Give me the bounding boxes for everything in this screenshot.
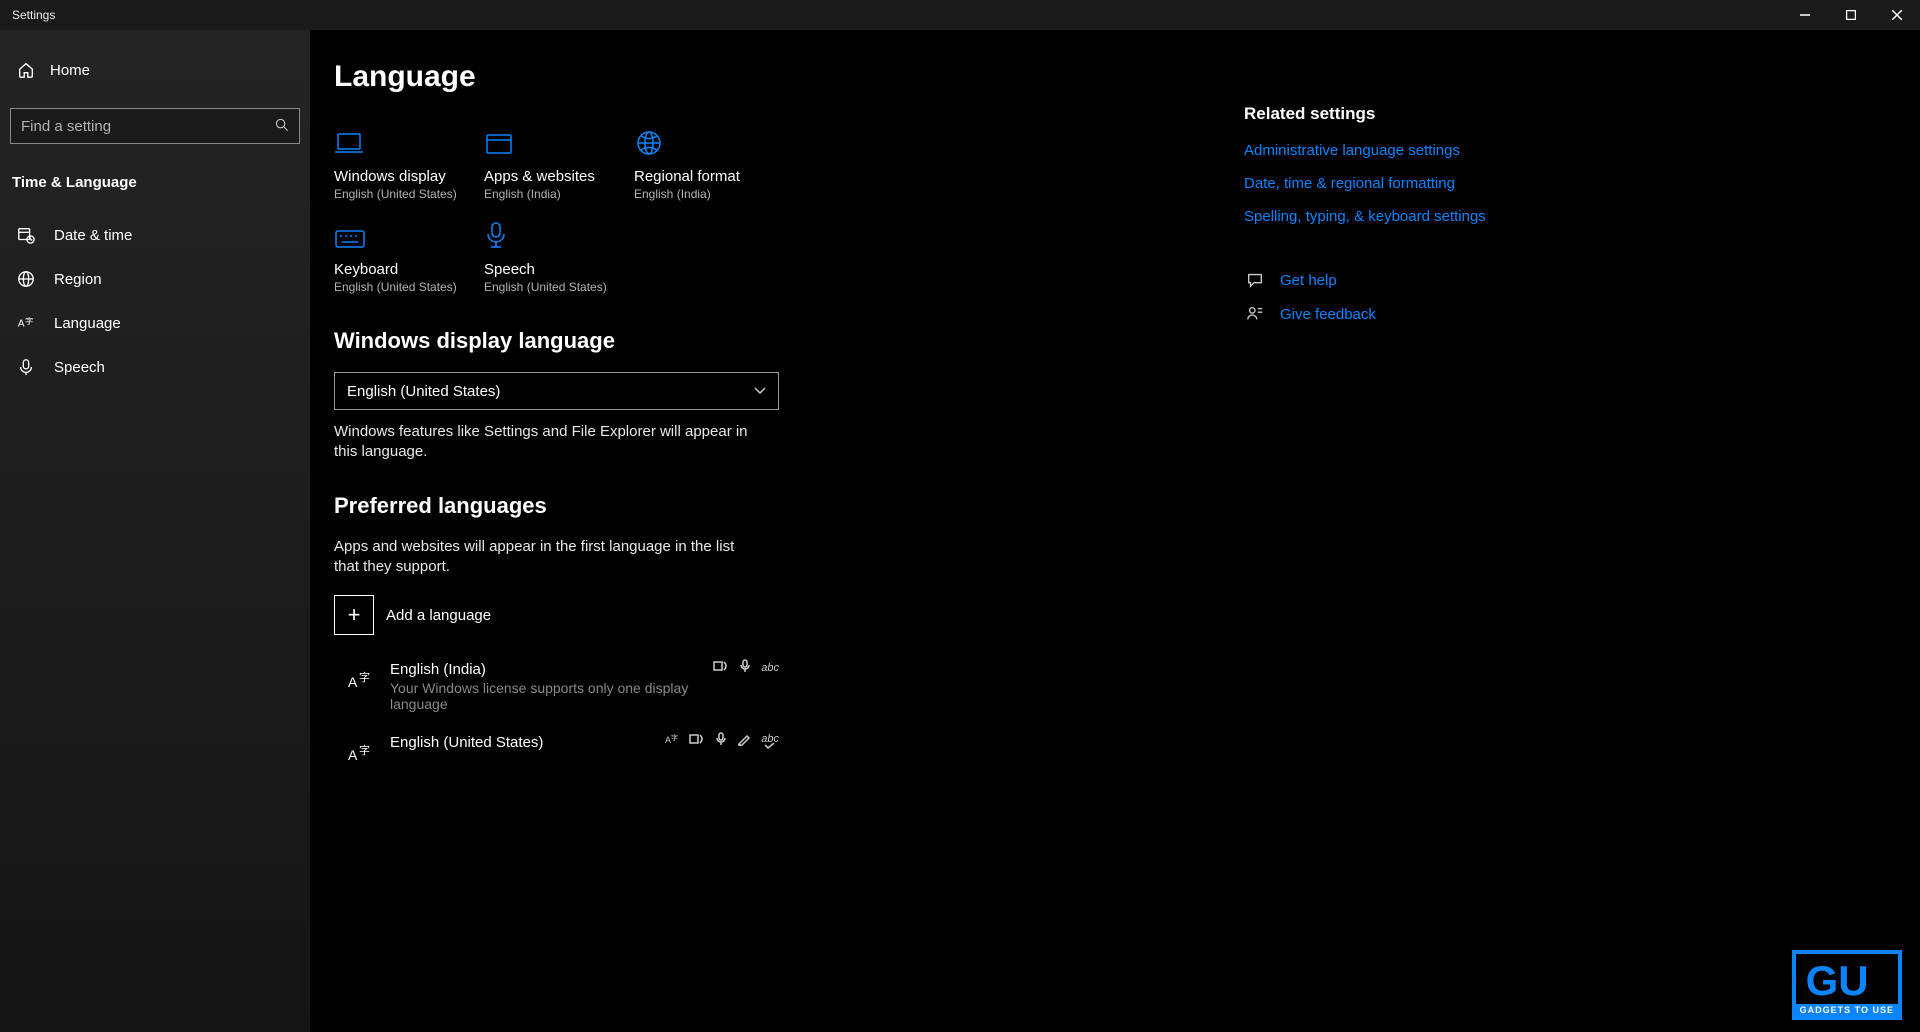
sidebar-item-date-time[interactable]: Date & time [0,213,310,257]
microphone-icon [484,220,508,255]
tile-apps-websites[interactable]: Apps & websites English (India) [484,122,634,201]
display-language-dropdown[interactable]: English (United States) [334,372,779,410]
search-icon [275,118,289,135]
window-title: Settings [12,8,55,22]
sidebar-item-label: Language [54,315,121,332]
speech-recognition-icon [715,732,727,749]
related-settings-heading: Related settings [1244,104,1514,124]
related-settings-aside: Related settings Administrative language… [1214,60,1514,1032]
language-item-english-india[interactable]: A字 English (India) Your Windows license … [334,653,779,726]
tile-title: Keyboard [334,261,484,278]
section-preferred-heading: Preferred languages [334,493,1214,519]
get-help-label: Get help [1280,272,1337,289]
chat-icon [1244,269,1266,291]
plus-icon: + [334,595,374,635]
section-display-language-heading: Windows display language [334,328,1214,354]
language-glyph-icon: A字 [346,667,376,693]
add-language-label: Add a language [386,607,491,624]
handwriting-icon: abc [761,662,779,674]
microphone-icon [16,357,36,377]
give-feedback-label: Give feedback [1280,306,1376,323]
search-box[interactable] [10,108,300,144]
minimize-button[interactable] [1782,0,1828,30]
laptop-icon [334,131,364,162]
give-feedback-button[interactable]: Give feedback [1244,303,1514,325]
language-name: English (India) [390,661,713,678]
tile-title: Windows display [334,168,484,185]
language-glyph-icon: A字 [346,740,376,766]
category-header: Time & Language [0,166,310,199]
sidebar-item-label: Date & time [54,227,132,244]
tile-title: Speech [484,261,634,278]
language-badges: A字 abc [665,732,779,749]
dropdown-value: English (United States) [347,383,500,400]
maximize-button[interactable] [1828,0,1874,30]
svg-text:字: 字 [25,316,33,326]
home-label: Home [50,62,90,79]
watermark-logo: GU GADGETS TO USE [1792,950,1902,1020]
tile-title: Regional format [634,168,784,185]
tile-keyboard[interactable]: Keyboard English (United States) [334,215,484,294]
titlebar: Settings [0,0,1920,30]
text-to-speech-icon [713,659,729,676]
globe-region-icon [634,129,664,162]
svg-text:A: A [348,674,358,690]
sidebar: Home Time & Language Date & time Region [0,30,310,1032]
tile-sub: English (United States) [484,280,634,294]
tile-sub: English (India) [484,187,634,201]
sidebar-item-region[interactable]: Region [0,257,310,301]
overview-tiles: Windows display English (United States) … [334,122,1214,308]
tile-sub: English (India) [634,187,784,201]
close-button[interactable] [1874,0,1920,30]
link-spelling-typing-keyboard[interactable]: Spelling, typing, & keyboard settings [1244,208,1514,225]
text-to-speech-icon [689,732,705,749]
chevron-down-icon [754,384,766,398]
home-button[interactable]: Home [0,50,310,90]
language-badges: abc [713,659,779,676]
display-language-icon: A字 [665,732,679,749]
preferred-desc: Apps and websites will appear in the fir… [334,537,754,578]
tile-sub: English (United States) [334,187,484,201]
speech-recognition-icon [739,659,751,676]
feedback-icon [1244,303,1266,325]
watermark-main: GU [1806,957,1869,1004]
svg-text:字: 字 [671,733,678,742]
sidebar-item-language[interactable]: A字 Language [0,301,310,345]
svg-text:字: 字 [359,670,370,684]
keyboard-icon [334,228,366,255]
window-controls [1782,0,1920,30]
svg-text:字: 字 [359,743,370,757]
home-icon [16,60,36,80]
language-icon: A字 [16,313,36,333]
tile-title: Apps & websites [484,168,634,185]
calendar-clock-icon [16,225,36,245]
tile-speech[interactable]: Speech English (United States) [484,215,634,294]
sidebar-item-label: Speech [54,359,105,376]
svg-text:A: A [18,319,25,330]
main-content: Language Windows display English (United… [334,60,1214,1032]
display-language-desc: Windows features like Settings and File … [334,422,754,463]
link-admin-language-settings[interactable]: Administrative language settings [1244,142,1514,159]
spellcheck-icon: abc [761,733,779,749]
add-language-button[interactable]: + Add a language [334,595,1214,635]
search-input[interactable] [21,118,275,135]
tile-sub: English (United States) [334,280,484,294]
language-sub: Your Windows license supports only one d… [390,680,713,712]
language-item-english-us[interactable]: A字 English (United States) A字 abc [334,726,779,780]
sidebar-item-speech[interactable]: Speech [0,345,310,389]
link-date-time-regional[interactable]: Date, time & regional formatting [1244,175,1514,192]
handwriting-icon [737,732,751,749]
get-help-button[interactable]: Get help [1244,269,1514,291]
globe-icon [16,269,36,289]
tile-windows-display[interactable]: Windows display English (United States) [334,122,484,201]
language-name: English (United States) [390,734,665,751]
svg-text:A: A [348,747,358,763]
window-icon [484,131,514,162]
watermark-sub: GADGETS TO USE [1796,1004,1898,1016]
tile-regional-format[interactable]: Regional format English (India) [634,122,784,201]
page-title: Language [334,60,1214,94]
sidebar-item-label: Region [54,271,102,288]
